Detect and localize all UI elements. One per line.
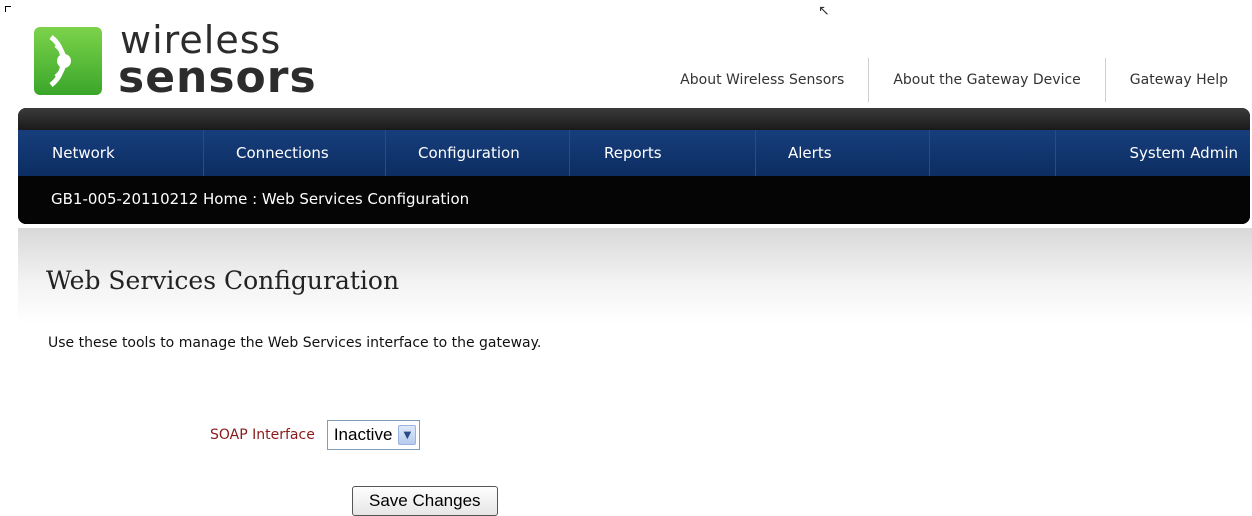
nav-network[interactable]: Network: [18, 130, 204, 176]
soap-interface-select[interactable]: Inactive ▼: [326, 420, 421, 450]
chevron-down-icon[interactable]: ▼: [398, 425, 417, 445]
gateway-help-link[interactable]: Gateway Help: [1106, 60, 1230, 100]
soap-interface-value: Inactive: [333, 425, 393, 444]
nav-menu: Network Connections Configuration Report…: [18, 130, 1250, 176]
corner-mark: [5, 6, 11, 12]
nav-empty-slot: [930, 130, 1056, 176]
nav-configuration[interactable]: Configuration: [386, 130, 570, 176]
nav-connections[interactable]: Connections: [204, 130, 386, 176]
logo-text-sensors: sensors: [118, 52, 317, 103]
soap-interface-row: SOAP Interface Inactive ▼: [210, 420, 421, 450]
main-navbar: Network Connections Configuration Report…: [18, 108, 1250, 224]
about-wireless-sensors-link[interactable]: About Wireless Sensors: [656, 60, 868, 100]
soap-interface-label: SOAP Interface: [210, 427, 315, 443]
top-links: About Wireless Sensors About the Gateway…: [656, 58, 1230, 102]
nav-alerts[interactable]: Alerts: [756, 130, 930, 176]
save-changes-button[interactable]: Save Changes: [352, 486, 498, 516]
nav-reports[interactable]: Reports: [570, 130, 756, 176]
breadcrumb: GB1-005-20110212 Home : Web Services Con…: [18, 176, 1250, 224]
page-title: Web Services Configuration: [46, 266, 400, 295]
navbar-top-strip: [18, 108, 1250, 130]
mouse-cursor-icon: ↖: [818, 3, 830, 19]
about-gateway-device-link[interactable]: About the Gateway Device: [869, 60, 1104, 100]
nav-system-admin[interactable]: System Admin: [1056, 130, 1250, 176]
wireless-sensors-logo[interactable]: wireless sensors: [34, 18, 334, 104]
wireless-signal-icon: [34, 27, 102, 95]
page-description: Use these tools to manage the Web Servic…: [48, 335, 542, 351]
